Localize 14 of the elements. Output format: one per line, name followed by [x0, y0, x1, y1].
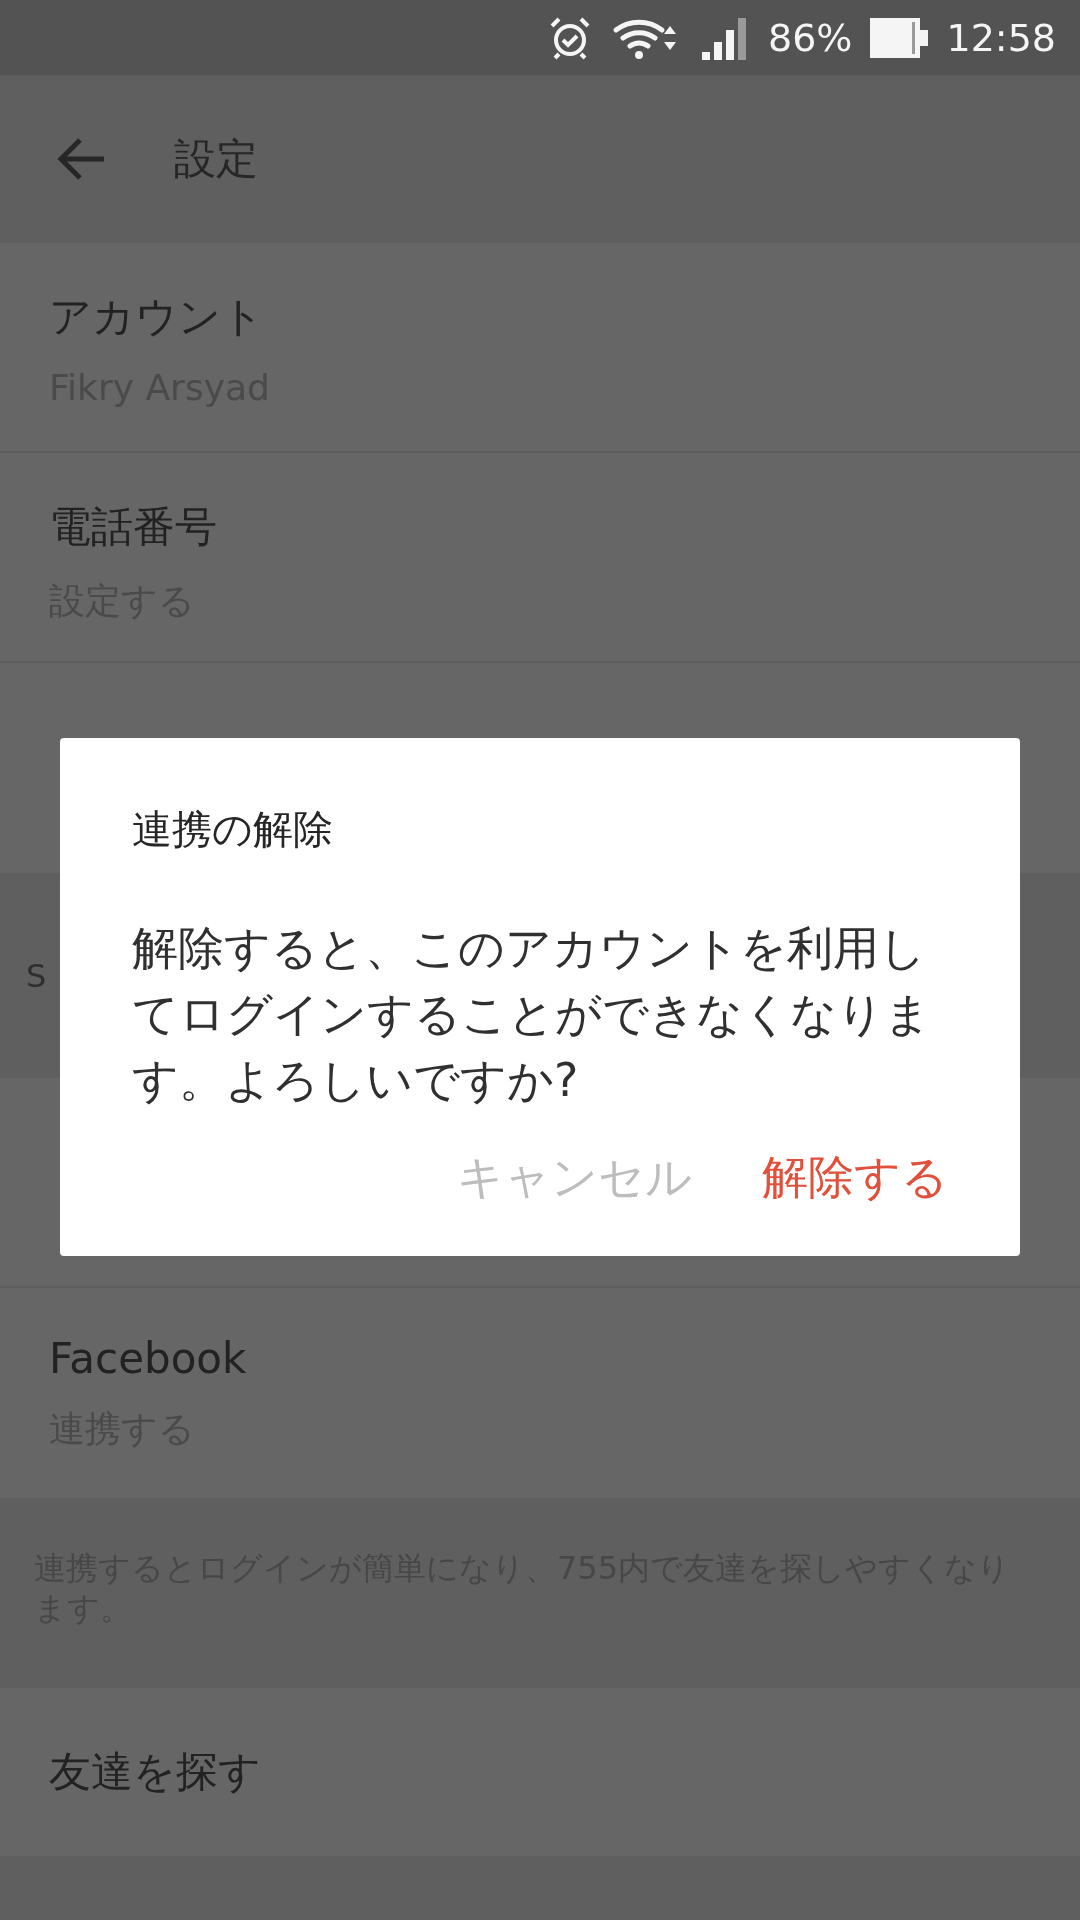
dialog-message: 解除すると、このアカウントを利用してログインすることができなくなります。よろしいですか? [132, 920, 932, 1109]
settings-row[interactable]: 友達を探す [0, 1688, 1080, 1856]
clock: 12:58 [946, 15, 1056, 60]
screen-title: 設定 [174, 133, 258, 185]
row-title: アカウント [49, 291, 265, 343]
row-title: 友達を探す [49, 1746, 261, 1798]
back-arrow-icon[interactable] [56, 137, 106, 181]
cancel-button[interactable]: キャンセル [457, 1147, 692, 1209]
row-title: 電話番号 [49, 501, 218, 553]
confirm-button[interactable]: 解除する [762, 1147, 948, 1209]
battery-percentage: 86% [768, 15, 853, 60]
row-title: Facebook [49, 1334, 248, 1383]
battery-icon [870, 17, 929, 58]
dialog-title: 連携の解除 [132, 805, 334, 854]
